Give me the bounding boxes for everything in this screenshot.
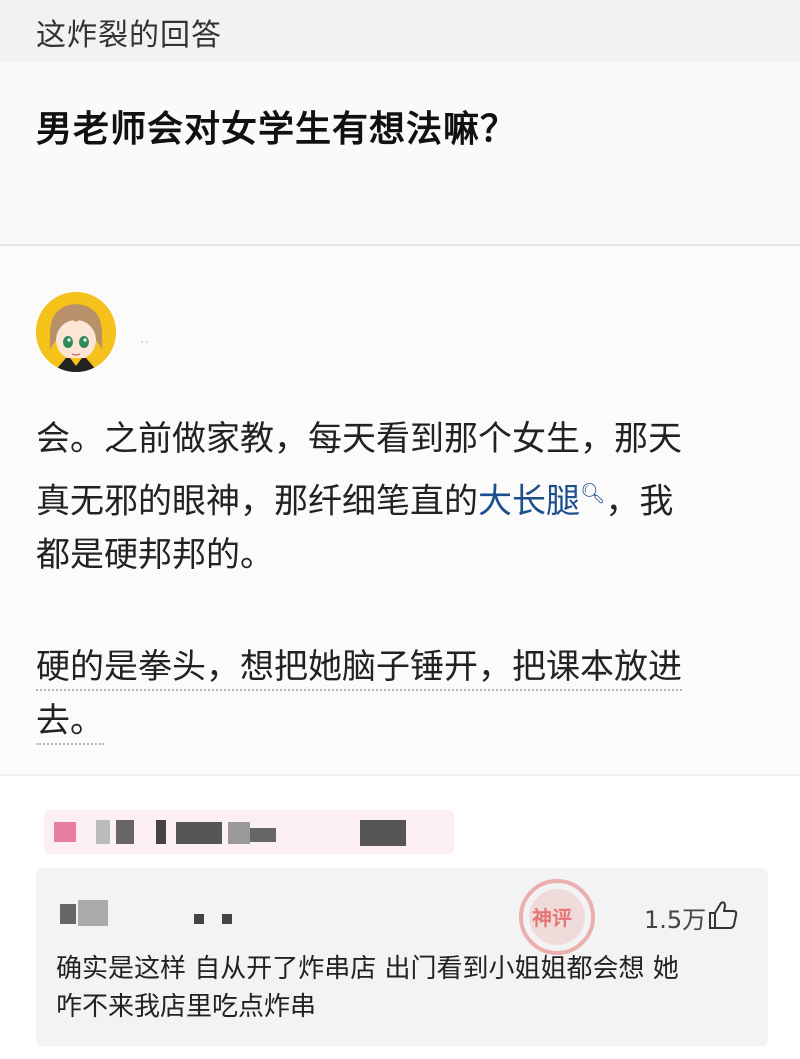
author-name[interactable]: .. (140, 331, 149, 347)
answer-text-segment: 硬的是拳头，想把她脑子锤开，把课本放进 (36, 647, 682, 691)
answer-line: 硬的是拳头，想把她脑子锤开，把课本放进 (36, 640, 766, 694)
post-caption-bar: 这炸裂的回答 (0, 0, 800, 62)
answer-text-segment: ，我 (605, 481, 674, 522)
post-caption: 这炸裂的回答 (36, 18, 222, 53)
answer-text-segment: 真无邪的眼神，那纤细笔直的 (36, 481, 478, 522)
answer-line: 真无邪的眼神，那纤细笔直的大长腿🔍︎，我 (36, 466, 766, 528)
comment-body: 确实是这样 自从开了炸串店 出门看到小姐姐都会想 她 咋不来我店里吃点炸串 (56, 950, 756, 1026)
commenter-name-blurred[interactable] (194, 914, 204, 924)
question-title[interactable]: 男老师会对女学生有想法嘛？ (36, 100, 517, 152)
blurred-pixel (96, 820, 110, 844)
commenter-avatar-blurred[interactable] (78, 900, 108, 926)
blurred-pixel (250, 828, 276, 842)
commenter-name-blurred[interactable] (222, 914, 232, 924)
author-avatar[interactable] (36, 292, 116, 372)
answer-line: 都是硬邦邦的。 (36, 535, 274, 576)
blurred-pixel (116, 820, 134, 844)
answer-paragraph-2: 硬的是拳头，想把她脑子锤开，把课本放进 去。 (36, 640, 766, 748)
answer-text-segment: 去。 (36, 701, 104, 745)
like-count: 1.5万 (644, 906, 707, 934)
blurred-pixel (176, 822, 222, 844)
comment-line: 确实是这样 自从开了炸串店 出门看到小姐姐都会想 她 (56, 954, 679, 984)
blurred-pixel (54, 822, 76, 842)
blurred-pixel (156, 820, 166, 844)
answer-paragraph-1: 会。之前做家教，每天看到那个女生，那天 真无邪的眼神，那纤细笔直的大长腿🔍︎，我… (36, 412, 766, 582)
stamp-label: 神评 (532, 906, 572, 930)
answer-line: 会。之前做家教，每天看到那个女生，那天 (36, 419, 682, 459)
keyword-link[interactable]: 大长腿 (478, 481, 580, 521)
question-card[interactable]: 男老师会对女学生有想法嘛？ (0, 62, 800, 246)
thumbs-up-icon[interactable] (706, 898, 740, 932)
commenter-avatar-blurred[interactable] (60, 904, 76, 924)
anime-avatar-icon (36, 292, 116, 372)
blurred-pixel (228, 822, 250, 844)
comment-line: 咋不来我店里吃点炸串 (56, 992, 317, 1022)
blurred-pixel (360, 820, 406, 846)
hot-comment-header-blurred (44, 810, 454, 854)
answer-line: 去。 (36, 694, 766, 748)
search-icon[interactable]: 🔍︎ (580, 481, 605, 505)
